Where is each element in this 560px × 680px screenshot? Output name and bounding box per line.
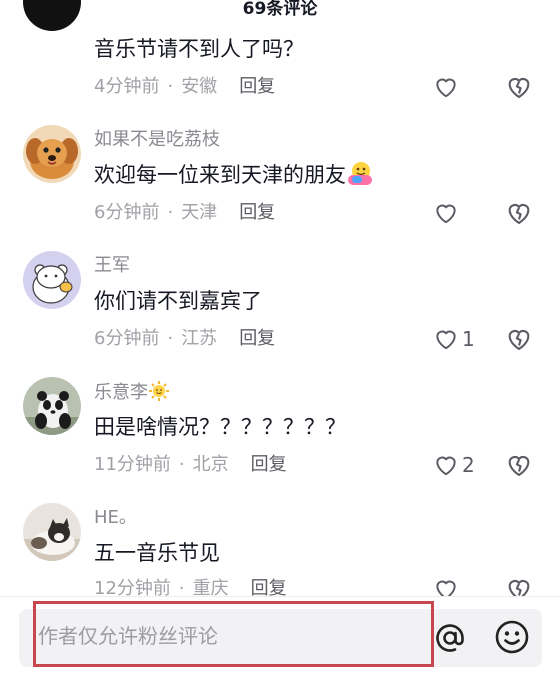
sun-emoji-icon — [148, 380, 170, 402]
comment-item: 如果不是吃荔枝 欢迎每一位来到天津的朋友 6分钟前 · 天津 回复 — [0, 117, 560, 243]
comment-location: 安徽 — [181, 76, 218, 97]
dislike-button[interactable] — [505, 575, 533, 596]
comment-list[interactable]: 音乐节请不到人了吗？ 4分钟前 · 安徽 回复 如果不是吃荔枝 欢迎每一位来到天津的朋… — [0, 0, 560, 596]
comment-username[interactable]: HE。 — [94, 506, 137, 530]
heart-icon — [436, 330, 456, 350]
dislike-button[interactable] — [505, 73, 533, 101]
comment-username[interactable]: 如果不是吃荔枝 — [94, 128, 220, 152]
comment-time: 4分钟前 — [94, 76, 160, 97]
meta-dot: · — [167, 328, 174, 349]
broken-heart-icon — [508, 203, 530, 224]
comment-location: 北京 — [192, 454, 229, 475]
comment-item: 音乐节请不到人了吗？ 4分钟前 · 安徽 回复 — [0, 0, 560, 117]
at-mention-icon[interactable] — [433, 621, 467, 655]
hug-emoji-icon — [346, 160, 374, 186]
meta-dot: · — [178, 454, 185, 475]
dislike-button[interactable] — [505, 451, 533, 479]
comment-time: 12分钟前 — [94, 578, 171, 596]
username-label: 乐意李 — [94, 382, 148, 403]
panda-avatar-icon[interactable] — [23, 377, 81, 435]
comment-username[interactable]: 乐意李 — [94, 380, 170, 405]
reply-button[interactable]: 回复 — [239, 328, 275, 349]
heart-icon — [436, 204, 456, 224]
like-button[interactable] — [433, 575, 462, 596]
like-button[interactable] — [433, 73, 462, 101]
meta-dot: · — [178, 578, 185, 596]
comment-text: 音乐节请不到人了吗？ — [94, 37, 304, 61]
comment-location: 重庆 — [192, 578, 229, 596]
heart-icon — [436, 78, 456, 98]
comment-item: 乐意李 田是啥情况？？？？？？？ 11分钟前 · 北京 回复 2 — [0, 369, 560, 495]
like-count: 2 — [462, 453, 475, 477]
comment-location: 江苏 — [181, 328, 218, 349]
reply-button[interactable]: 回复 — [239, 202, 275, 223]
comment-text: 田是啥情况？？？？？？？ — [94, 415, 346, 439]
heart-icon — [436, 456, 456, 476]
cat-avatar-icon[interactable] — [23, 503, 81, 561]
comment-item: HE。 五一音乐节见 12分钟前 · 重庆 回复 — [0, 495, 560, 596]
comment-meta: 11分钟前 · 北京 回复 — [94, 452, 287, 478]
like-button[interactable] — [433, 199, 462, 227]
comment-text-content: 欢迎每一位来到天津的朋友 — [94, 163, 346, 187]
broken-heart-icon — [508, 579, 530, 596]
dislike-button[interactable] — [505, 199, 533, 227]
like-count: 1 — [462, 327, 475, 351]
black-avatar-icon[interactable] — [23, 0, 81, 31]
comment-meta: 6分钟前 · 天津 回复 — [94, 200, 275, 226]
comment-username[interactable]: 王军 — [94, 254, 130, 278]
comment-meta: 12分钟前 · 重庆 回复 — [94, 576, 287, 596]
like-button[interactable]: 1 — [433, 325, 475, 353]
reply-button[interactable]: 回复 — [239, 76, 275, 97]
broken-heart-icon — [508, 455, 530, 476]
reply-button[interactable]: 回复 — [251, 454, 287, 475]
comment-time: 6分钟前 — [94, 202, 160, 223]
reply-button[interactable]: 回复 — [251, 578, 287, 596]
comment-input-bar: 作者仅允许粉丝评论 — [0, 596, 560, 680]
comment-meta: 4分钟前 · 安徽 回复 — [94, 74, 275, 100]
comment-text: 你们请不到嘉宾了 — [94, 289, 262, 313]
broken-heart-icon — [508, 77, 530, 98]
like-button[interactable]: 2 — [433, 451, 475, 479]
heart-icon — [436, 580, 456, 596]
dog-avatar-icon[interactable] — [23, 125, 81, 183]
broken-heart-icon — [508, 329, 530, 350]
meta-dot: · — [167, 76, 174, 97]
comment-item: 王军 你们请不到嘉宾了 6分钟前 · 江苏 回复 1 — [0, 243, 560, 369]
comment-text: 欢迎每一位来到天津的朋友 — [94, 160, 374, 190]
input-placeholder: 作者仅允许粉丝评论 — [38, 624, 218, 648]
comment-text: 五一音乐节见 — [94, 541, 220, 565]
comment-time: 11分钟前 — [94, 454, 171, 475]
comment-location: 天津 — [181, 202, 218, 223]
dislike-button[interactable] — [505, 325, 533, 353]
meta-dot: · — [167, 202, 174, 223]
comment-time: 6分钟前 — [94, 328, 160, 349]
emoji-picker-icon[interactable] — [494, 619, 530, 655]
cartoon-bear-avatar-icon[interactable] — [23, 251, 81, 309]
comment-meta: 6分钟前 · 江苏 回复 — [94, 326, 275, 352]
